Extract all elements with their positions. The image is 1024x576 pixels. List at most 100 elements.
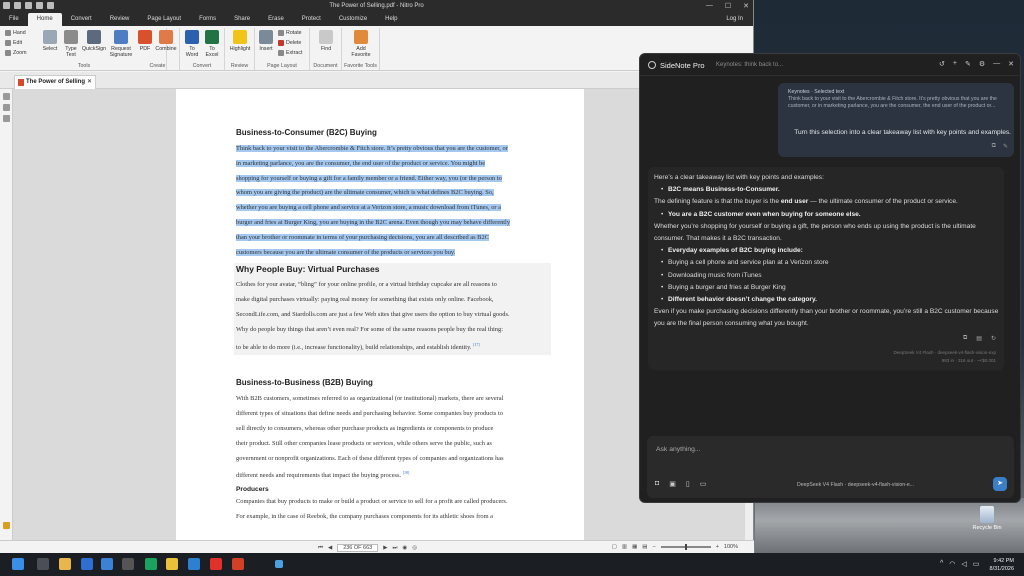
extract-button[interactable]: Extract bbox=[278, 50, 302, 56]
wifi-icon[interactable]: ◠ bbox=[949, 560, 955, 568]
last-page-icon[interactable]: ⏭ bbox=[392, 545, 397, 552]
chat-input-box[interactable]: Ask anything... ◘ ▣ ▯ ▭ DeepSeek V4 Flas… bbox=[647, 436, 1014, 498]
sidenote-taskbar-icon[interactable] bbox=[275, 560, 283, 568]
menu-forms[interactable]: Forms bbox=[190, 13, 225, 26]
file-explorer-icon[interactable] bbox=[59, 558, 71, 570]
menu-customize[interactable]: Customize bbox=[330, 13, 376, 26]
chevron-up-icon[interactable]: ^ bbox=[940, 560, 943, 568]
minimize-icon[interactable]: — bbox=[706, 2, 713, 10]
select-button[interactable]: Select bbox=[40, 30, 60, 52]
delete-button[interactable]: Delete bbox=[278, 40, 301, 46]
text-line: different types of situations that defin… bbox=[236, 410, 503, 418]
chat-app-icon[interactable] bbox=[145, 558, 157, 570]
copy-icon[interactable]: ⧉ bbox=[992, 143, 996, 150]
find-button[interactable]: Find bbox=[317, 30, 335, 52]
history-icon[interactable]: ↺ bbox=[939, 60, 945, 68]
single-page-view-icon[interactable]: ▢ bbox=[612, 544, 617, 550]
youtube-icon[interactable] bbox=[210, 558, 222, 570]
copy-icon[interactable]: ⧉ bbox=[963, 335, 967, 342]
settings-app-icon[interactable] bbox=[122, 558, 134, 570]
file-icon[interactable]: ▯ bbox=[686, 480, 690, 488]
pdf-page: Business-to-Consumer (B2C) Buying Think … bbox=[176, 89, 584, 540]
sidenote-panel: SideNote Pro Keynotes: think back to... … bbox=[639, 53, 1021, 503]
menu-erase[interactable]: Erase bbox=[259, 13, 293, 26]
chat-input[interactable]: Ask anything... bbox=[656, 446, 701, 453]
menu-convert[interactable]: Convert bbox=[62, 13, 101, 26]
menu-share[interactable]: Share bbox=[225, 13, 259, 26]
clock[interactable]: 9:42 PM 8/31/2026 bbox=[990, 557, 1014, 573]
settings-icon[interactable]: ⚙ bbox=[979, 60, 985, 68]
zoom-level[interactable]: 100% bbox=[724, 544, 738, 550]
model-selector[interactable]: DeepSeek V4 Flash · deepseek-v4-flash-vi… bbox=[797, 482, 914, 488]
minimize-panel-icon[interactable]: — bbox=[993, 60, 1000, 68]
image-icon[interactable]: ▣ bbox=[669, 480, 676, 488]
back-view-icon[interactable]: ◉ bbox=[402, 545, 407, 551]
edit-message-icon[interactable]: ✎ bbox=[1003, 143, 1008, 150]
close-icon[interactable]: ✕ bbox=[743, 2, 749, 10]
zoom-slider-thumb[interactable] bbox=[684, 544, 687, 550]
paragraph-b2c-selected[interactable]: Think back to your visit to the Abercrom… bbox=[236, 142, 551, 260]
camera-icon[interactable]: ◘ bbox=[655, 480, 659, 488]
battery-icon[interactable]: ▭ bbox=[973, 560, 980, 568]
bookmarks-panel-icon[interactable] bbox=[2, 104, 10, 111]
comments-panel-icon[interactable] bbox=[2, 522, 10, 529]
folder-icon[interactable]: ▭ bbox=[700, 480, 707, 488]
type-text-button[interactable]: Type Text bbox=[63, 30, 79, 58]
first-page-icon[interactable]: ⏮ bbox=[318, 545, 323, 552]
continuous-view-icon[interactable]: ▥ bbox=[622, 544, 627, 550]
maximize-icon[interactable]: ☐ bbox=[725, 2, 731, 10]
pdf-button[interactable]: PDF bbox=[136, 30, 154, 52]
login-link[interactable]: Log In bbox=[726, 16, 743, 22]
to-excel-button[interactable]: To Excel bbox=[203, 30, 221, 58]
attachments-panel-icon[interactable] bbox=[2, 115, 10, 122]
regenerate-icon[interactable]: ↻ bbox=[991, 335, 996, 342]
insert-button[interactable]: Insert bbox=[257, 30, 275, 52]
close-panel-icon[interactable]: ✕ bbox=[1008, 60, 1014, 68]
pages-panel-icon[interactable] bbox=[2, 93, 10, 100]
hand-tool[interactable]: Hand bbox=[5, 30, 26, 36]
document-viewer[interactable]: Business-to-Consumer (B2C) Buying Think … bbox=[13, 89, 746, 540]
store-icon[interactable] bbox=[81, 558, 93, 570]
new-chat-icon[interactable]: + bbox=[953, 60, 957, 68]
nitro-pro-icon[interactable] bbox=[232, 558, 244, 570]
footnote-link[interactable]: [18] bbox=[403, 470, 410, 475]
footnote-link[interactable]: [17] bbox=[473, 342, 480, 347]
zoom-slider[interactable] bbox=[660, 544, 711, 550]
volume-icon[interactable]: ◁ bbox=[961, 560, 966, 568]
document-tab[interactable]: The Power of Selling ✕ bbox=[14, 75, 96, 89]
menu-help[interactable]: Help bbox=[376, 13, 406, 26]
zoom-tool[interactable]: Zoom bbox=[5, 50, 27, 56]
search-icon[interactable] bbox=[37, 558, 49, 570]
menu-protect[interactable]: Protect bbox=[293, 13, 330, 26]
menu-home[interactable]: Home bbox=[27, 13, 62, 26]
forward-view-icon[interactable]: ◎ bbox=[412, 545, 417, 551]
fit-width-icon[interactable]: ▤ bbox=[642, 544, 647, 550]
save-note-icon[interactable]: ▤ bbox=[976, 335, 982, 342]
rotate-button[interactable]: Rotate bbox=[278, 30, 302, 36]
facing-view-icon[interactable]: ▦ bbox=[632, 544, 637, 550]
edit-tool[interactable]: Edit bbox=[5, 40, 22, 46]
vscode-icon[interactable] bbox=[188, 558, 200, 570]
prev-page-icon[interactable]: ◀ bbox=[328, 545, 332, 551]
add-favorite-button[interactable]: Add Favorite bbox=[350, 30, 372, 58]
sidenote-app-name: SideNote Pro bbox=[660, 61, 705, 70]
combine-button[interactable]: Combine bbox=[154, 30, 178, 52]
recycle-bin-shortcut[interactable]: Recycle Bin bbox=[970, 506, 1004, 531]
start-icon[interactable] bbox=[12, 558, 24, 570]
mail-icon[interactable] bbox=[101, 558, 113, 570]
quicksign-button[interactable]: QuickSign bbox=[81, 30, 107, 52]
close-tab-icon[interactable]: ✕ bbox=[87, 78, 92, 85]
page-number-field[interactable]: 236 OF 663 bbox=[337, 544, 379, 552]
menu-file[interactable]: File bbox=[0, 13, 28, 26]
request-signature-button[interactable]: Request Signature bbox=[108, 30, 134, 58]
menu-page-layout[interactable]: Page Layout bbox=[138, 13, 190, 26]
next-page-icon[interactable]: ▶ bbox=[383, 545, 387, 551]
menu-review[interactable]: Review bbox=[101, 13, 139, 26]
zoom-in-icon[interactable]: + bbox=[716, 544, 719, 550]
highlight-button[interactable]: Highlight bbox=[227, 30, 253, 52]
send-button[interactable]: ➤ bbox=[993, 477, 1007, 491]
pin-icon[interactable]: ✎ bbox=[965, 60, 971, 68]
to-word-button[interactable]: To Word bbox=[183, 30, 201, 58]
zoom-out-icon[interactable]: − bbox=[652, 544, 655, 550]
chrome-icon[interactable] bbox=[166, 558, 178, 570]
